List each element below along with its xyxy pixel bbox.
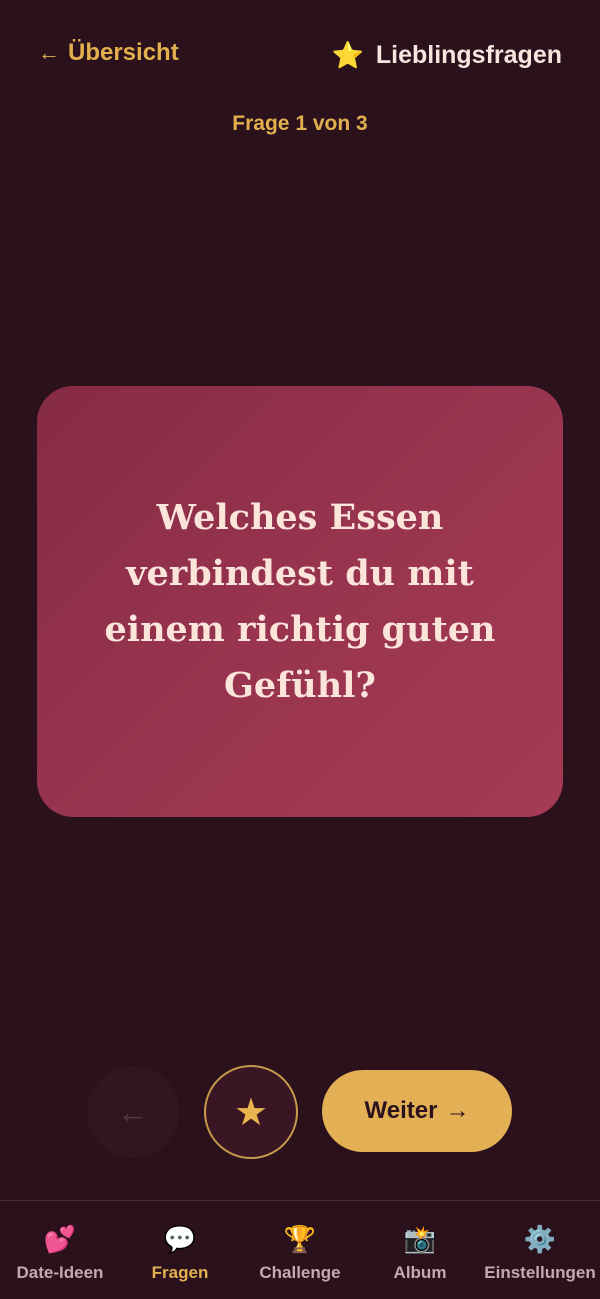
tab-bar: 💕 Date-Ideen 💬 Fragen 🏆 Challenge 📸 Albu… xyxy=(0,1200,600,1299)
hearts-icon: 💕 xyxy=(43,1224,77,1254)
arrow-left-icon: ← xyxy=(117,1093,149,1130)
next-button[interactable]: Weiter → xyxy=(322,1070,512,1152)
star-icon: ⭐ xyxy=(331,39,364,70)
question-card: Welches Essen verbindest du mit einem ri… xyxy=(37,386,563,817)
tab-challenge[interactable]: 🏆 Challenge xyxy=(240,1201,360,1299)
tab-label: Challenge xyxy=(259,1263,341,1282)
speech-bubble-icon: 💬 xyxy=(163,1224,197,1254)
page-title-text: Lieblingsfragen xyxy=(375,40,562,69)
tab-label: Album xyxy=(393,1263,447,1282)
tab-label: Einstellungen xyxy=(484,1263,596,1282)
tab-label: Fragen xyxy=(151,1263,209,1282)
previous-button[interactable]: ← xyxy=(87,1066,179,1158)
question-counter: Frage 1 von 3 xyxy=(232,112,368,135)
tab-fragen[interactable]: 💬 Fragen xyxy=(120,1201,240,1299)
tab-album[interactable]: 📸 Album xyxy=(360,1201,480,1299)
back-button[interactable]: ← Übersicht xyxy=(38,36,179,70)
question-text: Welches Essen verbindest du mit einem ri… xyxy=(104,496,496,706)
trophy-icon: 🏆 xyxy=(283,1224,317,1254)
tab-date-ideen[interactable]: 💕 Date-Ideen xyxy=(0,1201,120,1299)
favorite-button[interactable]: ★ xyxy=(204,1065,298,1159)
arrow-right-icon: → xyxy=(445,1097,470,1124)
tab-einstellungen[interactable]: ⚙️ Einstellungen xyxy=(480,1201,600,1299)
page-title: ⭐ Lieblingsfragen xyxy=(331,38,562,72)
camera-icon: 📸 xyxy=(403,1224,437,1254)
tab-label: Date-Ideen xyxy=(16,1263,104,1282)
gear-icon: ⚙️ xyxy=(523,1224,557,1254)
back-label: Übersicht xyxy=(68,39,179,66)
app-screen: ← Übersicht ⭐ Lieblingsfragen Frage 1 vo… xyxy=(0,0,600,1299)
arrow-left-icon: ← xyxy=(38,40,60,65)
next-label: Weiter xyxy=(364,1097,438,1124)
star-icon: ★ xyxy=(233,1091,269,1134)
